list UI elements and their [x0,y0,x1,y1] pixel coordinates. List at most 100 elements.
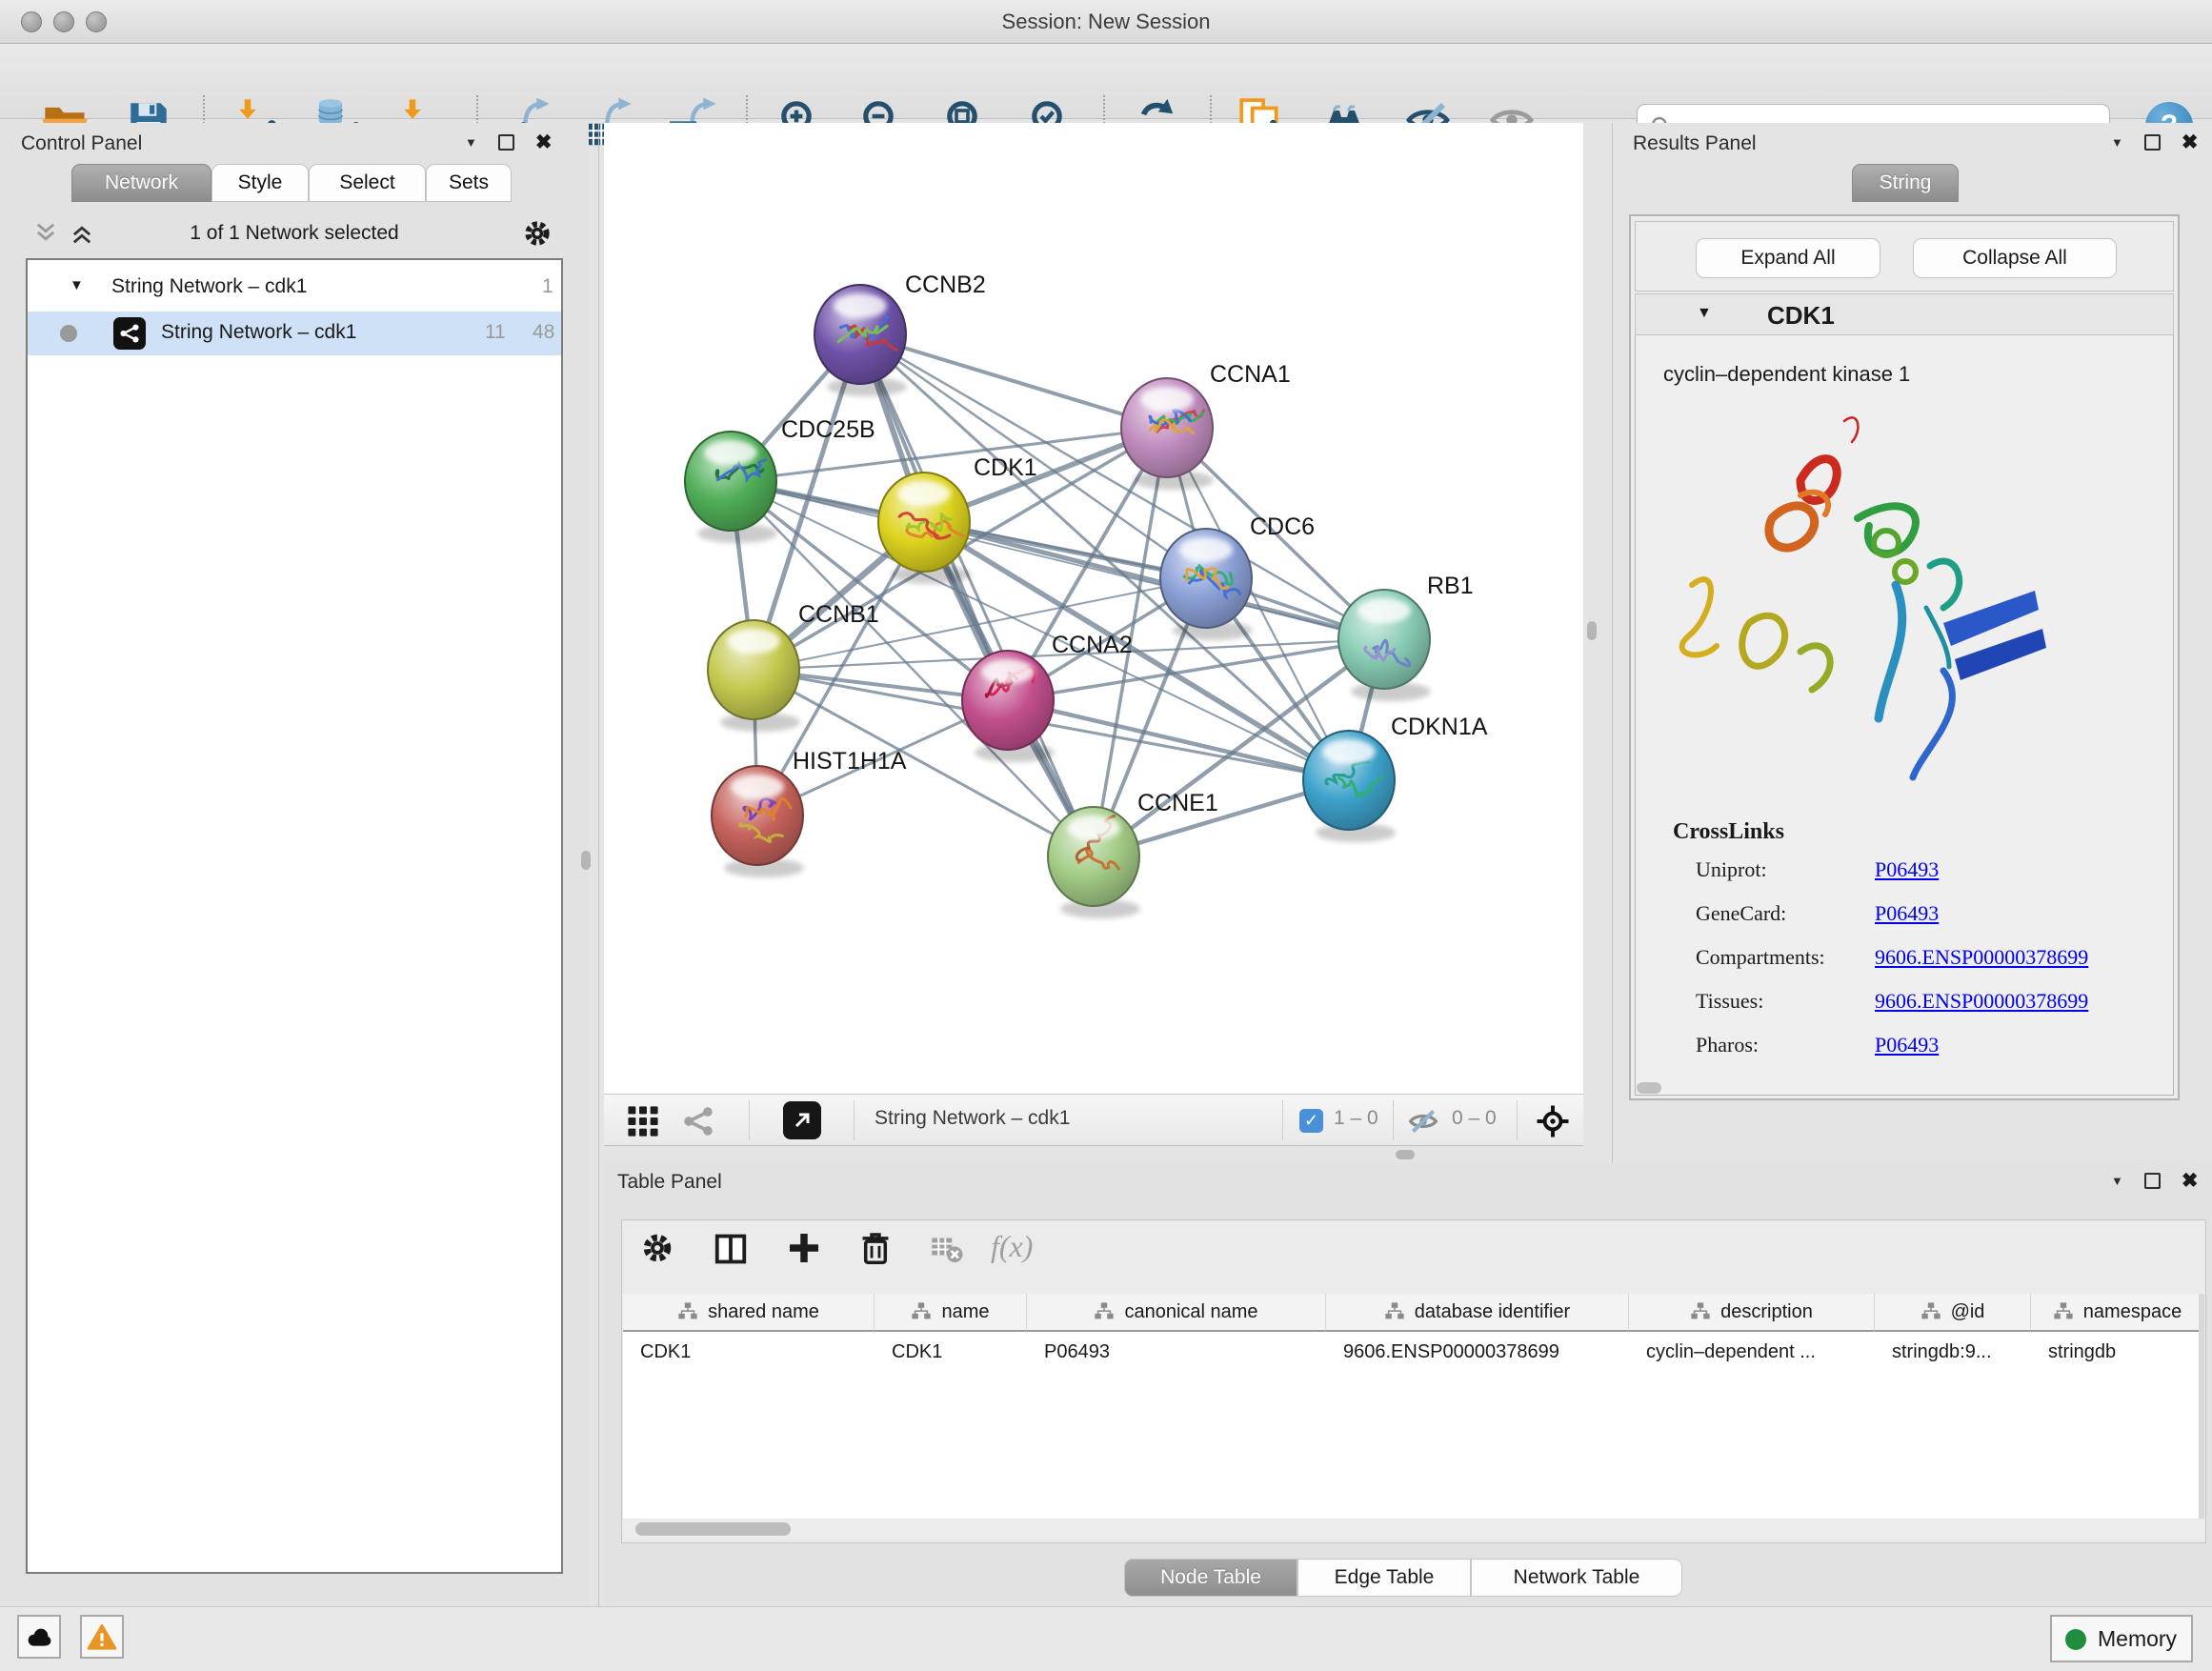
table-cell[interactable]: CDK1 [623,1334,875,1370]
table-hscroll-thumb[interactable] [635,1522,791,1536]
tab-edge-table[interactable]: Edge Table [1297,1559,1471,1597]
node-label-CCNA1: CCNA1 [1210,361,1291,388]
edge-count: 48 [533,321,554,344]
network-view-title: String Network – cdk1 [875,1107,1070,1130]
edge-CCNA2-CDKN1A[interactable] [1008,700,1349,780]
network-collection-row[interactable]: ▼ String Network – cdk1 1 [28,268,561,312]
network-selection-summary: 1 of 1 Network selected [0,222,589,245]
warnings-button[interactable] [80,1615,124,1659]
tab-node-table[interactable]: Node Table [1124,1559,1297,1597]
panel-menu-icon[interactable]: ▼ [465,135,477,150]
tree-icon [1094,1301,1115,1322]
node-label-CCNB1: CCNB1 [798,601,879,628]
east-splitter-handle[interactable] [1587,621,1597,640]
collapse-all-button[interactable]: Collapse All [1913,238,2117,278]
crosslink-row: GeneCard:P06493 [1696,901,2153,945]
panel-menu-icon[interactable]: ▼ [2111,1174,2123,1188]
table-hscroll-track[interactable] [623,1520,2204,1538]
close-panel-icon[interactable]: ✖ [535,131,553,154]
west-splitter-handle[interactable] [581,851,591,870]
column-header--id[interactable]: @id [1875,1294,2031,1332]
title-bar: Session: New Session [0,0,2212,44]
add-column-icon[interactable] [787,1231,821,1265]
column-header-description[interactable]: description [1629,1294,1875,1332]
delete-column-trash-icon[interactable] [857,1231,894,1267]
cloud-status-button[interactable] [17,1615,61,1659]
tree-icon [1920,1301,1941,1322]
table-cell[interactable]: CDK1 [875,1334,1027,1370]
collection-count: 1 [542,275,553,298]
tab-sets[interactable]: Sets [426,164,512,202]
table-cell[interactable]: P06493 [1027,1334,1326,1370]
tab-style[interactable]: Style [211,164,309,202]
table-cell[interactable]: stringdb:9... [1875,1334,2031,1370]
network-options-gear-icon[interactable] [522,218,553,249]
protein-structure-image [1658,404,2067,814]
float-panel-icon[interactable] [2144,1173,2161,1189]
crosslink-value-link[interactable]: 9606.ENSP00000378699 [1875,945,2088,970]
close-panel-icon[interactable]: ✖ [2182,131,2199,154]
network-canvas[interactable]: CCNB2CCNA1CDC25BCDK1CDC6RB1CCNB1CCNA2CDK… [604,123,1583,1094]
crosslink-value-link[interactable]: P06493 [1875,901,1939,926]
crosslink-row: Tissues:9606.ENSP00000378699 [1696,989,2153,1033]
tab-network[interactable]: Network [71,164,211,202]
edge-CCNB2-CCNA1[interactable] [860,334,1167,428]
node-label-CDK1: CDK1 [974,454,1037,481]
table-cell[interactable]: cyclin–dependent ... [1629,1334,1875,1370]
node-label-CDKN1A: CDKN1A [1391,714,1488,740]
graph-node-CCNA1[interactable]: CCNA1 [1121,361,1291,490]
collapse-triangle-icon[interactable]: ▼ [70,277,84,293]
fullscreen-view-button[interactable] [783,1101,821,1139]
crosslink-value-link[interactable]: P06493 [1875,1033,1939,1057]
tree-icon [1690,1301,1711,1322]
tab-select[interactable]: Select [309,164,426,202]
node-label-HIST1H1A: HIST1H1A [793,748,907,775]
tree-icon [677,1301,698,1322]
column-header-name[interactable]: name [875,1294,1027,1332]
show-columns-icon[interactable] [713,1231,749,1267]
network-view-icon[interactable] [682,1105,714,1137]
close-panel-icon[interactable]: ✖ [2182,1169,2199,1193]
column-header-canonical-name[interactable]: canonical name [1027,1294,1326,1332]
network-graph[interactable]: CCNB2CCNA1CDC25BCDK1CDC6RB1CCNB1CCNA2CDK… [604,123,1583,1094]
table-vscroll-track[interactable] [2199,1294,2204,1519]
network-row-selected[interactable]: String Network – cdk1 11 48 [28,312,561,355]
memory-button[interactable]: Memory [2050,1615,2193,1662]
crosslink-row: Pharos: P06493 [1696,1033,2153,1077]
crosslink-value-link[interactable]: P06493 [1875,857,1939,882]
float-panel-icon[interactable] [498,134,514,151]
column-header-shared-name[interactable]: shared name [623,1294,875,1332]
graph-node-CDKN1A[interactable]: CDKN1A [1303,714,1488,842]
expand-all-button[interactable]: Expand All [1696,238,1880,278]
table-cell[interactable]: stringdb [2031,1334,2204,1370]
graph-node-CCNB1[interactable]: CCNB1 [708,601,879,732]
crosslink-label: Pharos: [1696,1033,1759,1057]
table-options-gear-icon[interactable] [640,1231,674,1265]
window-title: Session: New Session [0,10,2212,34]
gene-card-header[interactable]: ▼ CDK1 [1635,293,2174,335]
south-splitter-handle[interactable] [1396,1150,1415,1159]
graph-node-CDC25B[interactable]: CDC25B [685,416,875,543]
collapse-triangle-icon[interactable]: ▼ [1697,305,1712,322]
column-header-database-identifier[interactable]: database identifier [1326,1294,1629,1332]
selected-checkbox[interactable]: ✓ [1299,1109,1323,1133]
float-panel-icon[interactable] [2144,134,2161,151]
hidden-count: 0 – 0 [1452,1107,1497,1130]
tab-network-table[interactable]: Network Table [1471,1559,1682,1597]
graph-node-HIST1H1A[interactable]: HIST1H1A [712,748,907,877]
results-hscroll-thumb[interactable] [1637,1082,1661,1094]
crosslink-row: Uniprot:P06493 [1696,857,2153,901]
graph-node-CCNB2[interactable]: CCNB2 [814,272,986,396]
footer-separator [1393,1100,1394,1140]
tab-string[interactable]: String [1852,164,1959,202]
grid-view-icon[interactable] [627,1105,659,1137]
crosslink-value-link[interactable]: 9606.ENSP00000378699 [1875,989,2088,1014]
edge-CCNB2-CCNE1[interactable] [860,334,1094,856]
footer-separator [1282,1100,1283,1140]
column-header-namespace[interactable]: namespace [2031,1294,2204,1332]
birdseye-crosshair-icon[interactable] [1536,1104,1570,1138]
hidden-eye-slash-icon[interactable] [1408,1106,1438,1137]
table-cell[interactable]: 9606.ENSP00000378699 [1326,1334,1629,1370]
panel-menu-icon[interactable]: ▼ [2111,135,2123,150]
graph-node-RB1[interactable]: RB1 [1338,573,1474,701]
